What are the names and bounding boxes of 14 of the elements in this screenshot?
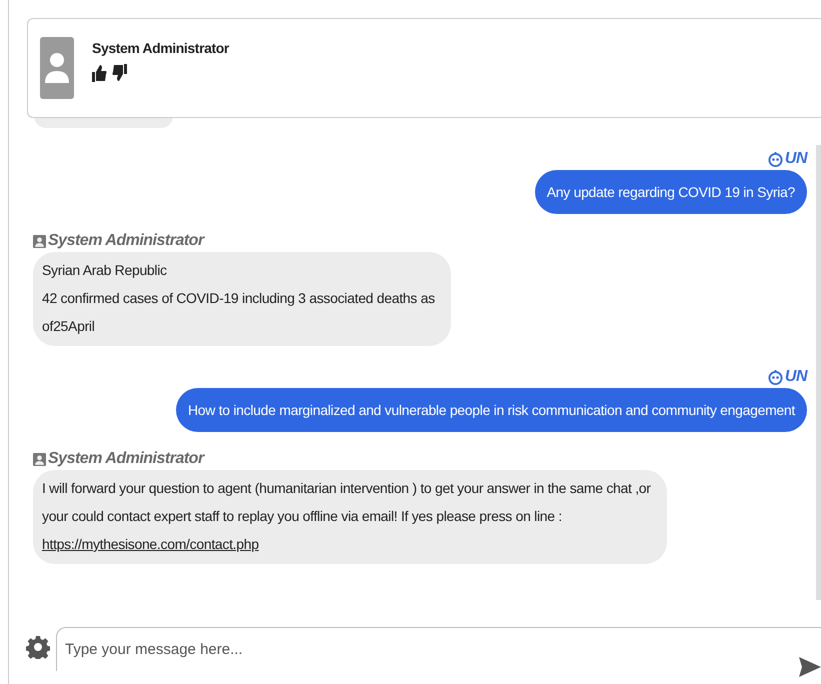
sender-name: System Administrator — [48, 450, 204, 468]
message-text: Syrian Arab Republic — [42, 261, 168, 280]
message-input[interactable]: Type your message here... — [56, 627, 821, 671]
message-text: I will forward your question to agent (humanitarian intervention ) to get your answer in the same chat ,or — [42, 479, 651, 498]
sender-name: UN — [784, 368, 807, 386]
message-text: of25April — [42, 317, 96, 336]
sender-name: System Administrator — [48, 232, 204, 250]
link[interactable]: https://mythesisone.com/contact.php — [42, 530, 651, 558]
message-text: Any update regarding COVID 19 in Syria? — [546, 183, 795, 202]
contact-name: System Administrator — [92, 40, 229, 56]
message-text: your could contact expert staff to replay you offline via email! If yes please press on line : — [42, 507, 563, 526]
message-text: 42 confirmed cases of COVID-19 including 3 associated deaths as — [42, 289, 435, 308]
sender-name: UN — [784, 150, 807, 168]
message-text: How to include marginalized and vulnerable people in risk communication and community engagement — [188, 401, 795, 420]
